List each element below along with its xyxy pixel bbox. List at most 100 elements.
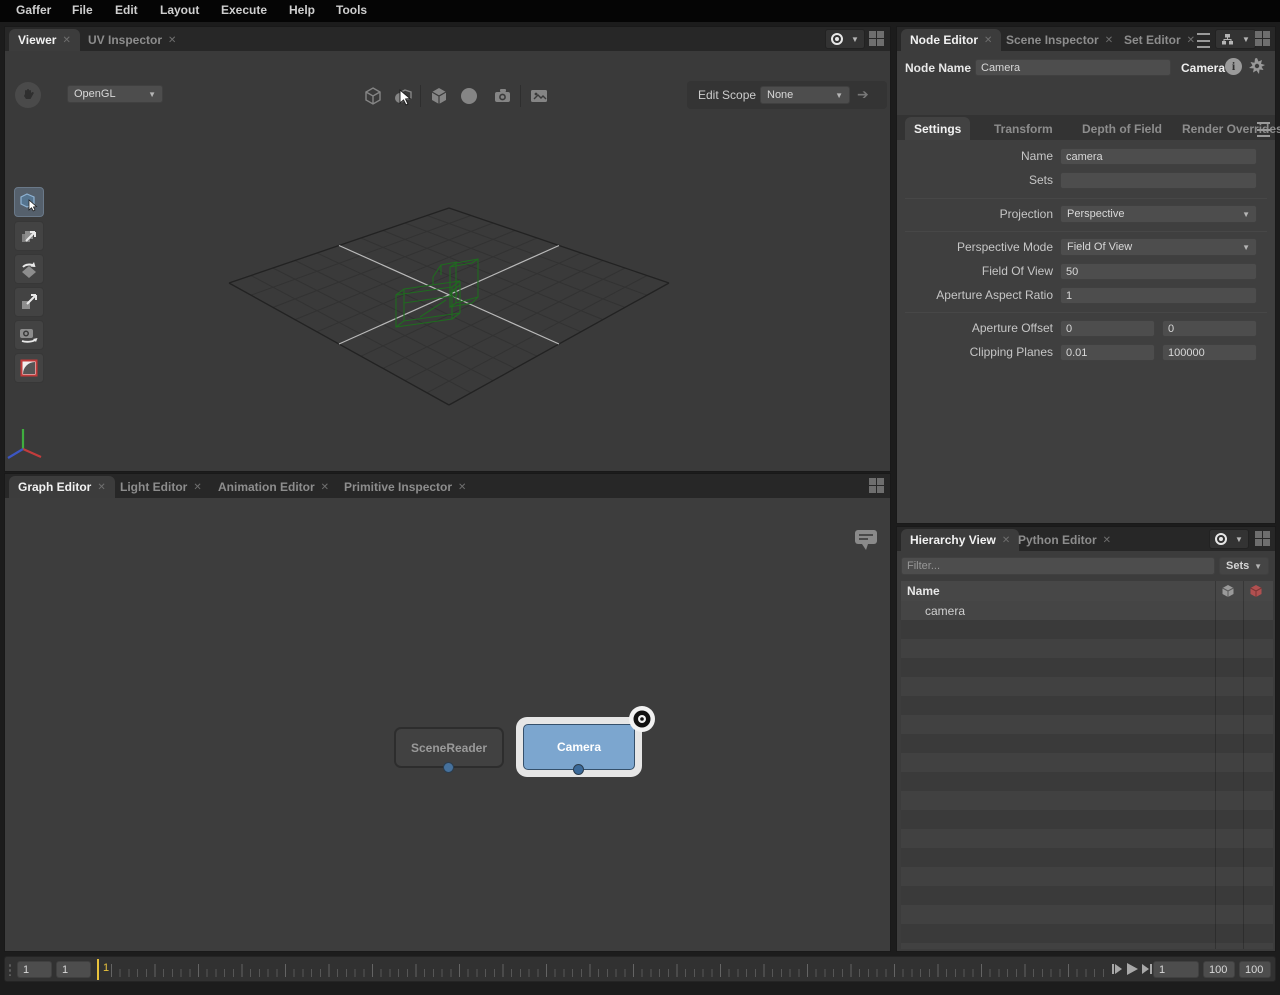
pan-hand-button[interactable] xyxy=(15,82,41,108)
close-icon[interactable]: ✕ xyxy=(984,35,992,46)
clipping-far-input[interactable] xyxy=(1162,344,1257,361)
timeline-grip[interactable] xyxy=(8,963,13,976)
scene-image-button[interactable] xyxy=(526,83,552,109)
layout-menu-icon[interactable] xyxy=(1255,31,1270,46)
tab-transform[interactable]: Transform xyxy=(985,117,1062,140)
editor-focus-menu[interactable]: ▼ xyxy=(1209,529,1249,549)
skip-start-button[interactable] xyxy=(1111,963,1123,975)
table-header[interactable]: Name xyxy=(901,581,1273,602)
chevron-down-icon: ▼ xyxy=(1242,243,1250,252)
close-icon[interactable]: ✕ xyxy=(321,482,329,493)
cube-wireframe-icon xyxy=(363,86,383,106)
node-camera-output-plug[interactable] xyxy=(573,764,584,775)
tab-uv-inspector[interactable]: UV Inspector ✕ xyxy=(79,29,185,51)
annotation-icon[interactable] xyxy=(852,526,880,554)
node-name-input[interactable] xyxy=(975,59,1171,76)
table-row[interactable]: camera xyxy=(901,601,1273,620)
tab-overflow-icon[interactable] xyxy=(1197,33,1210,48)
table-empty-rows[interactable] xyxy=(901,620,1273,949)
range-end-input[interactable] xyxy=(1203,961,1235,978)
tab-node-editor[interactable]: Node Editor ✕ xyxy=(901,29,1001,51)
tab-graph-editor[interactable]: Graph Editor ✕ xyxy=(9,476,115,498)
close-icon[interactable]: ✕ xyxy=(1105,35,1113,46)
axis-gizmo-icon xyxy=(8,429,41,458)
close-icon[interactable]: ✕ xyxy=(193,482,201,493)
aperture-aspect-input[interactable] xyxy=(1060,287,1257,304)
shading-sphere-button[interactable] xyxy=(456,83,482,109)
section-menu-icon[interactable] xyxy=(1257,122,1270,137)
menu-execute[interactable]: Execute xyxy=(221,3,267,17)
sets-filter-button[interactable]: Sets ▼ xyxy=(1219,557,1269,575)
close-icon[interactable]: ✕ xyxy=(458,482,466,493)
aperture-offset-x-input[interactable] xyxy=(1060,320,1155,337)
menu-gaffer[interactable]: Gaffer xyxy=(16,3,51,17)
sets-input[interactable] xyxy=(1060,172,1257,189)
viewer-viewport[interactable]: OpenGL ▼ xyxy=(5,51,890,471)
tab-settings[interactable]: Settings xyxy=(905,117,970,140)
close-icon[interactable]: ✕ xyxy=(1103,535,1111,546)
tab-python-editor[interactable]: Python Editor ✕ xyxy=(1009,529,1120,551)
focus-node-icon[interactable] xyxy=(628,705,656,733)
menu-tools[interactable]: Tools xyxy=(336,3,367,17)
close-icon[interactable]: ✕ xyxy=(62,35,70,46)
play-button[interactable] xyxy=(1125,962,1139,976)
projection-label: Projection xyxy=(901,206,1053,223)
menu-help[interactable]: Help xyxy=(289,3,315,17)
tab-depth-of-field[interactable]: Depth of Field xyxy=(1073,117,1171,140)
close-icon[interactable]: ✕ xyxy=(168,35,176,46)
look-through-camera-button[interactable] xyxy=(491,83,517,109)
layout-menu-icon[interactable] xyxy=(869,478,884,493)
layout-menu-icon[interactable] xyxy=(869,31,884,46)
tab-primitive-inspector[interactable]: Primitive Inspector ✕ xyxy=(335,476,475,498)
tab-light-editor[interactable]: Light Editor ✕ xyxy=(111,476,211,498)
projection-dropdown[interactable]: Perspective ▼ xyxy=(1060,205,1257,223)
playback-end-input[interactable] xyxy=(1239,961,1271,978)
editor-focus-menu[interactable]: ▼ xyxy=(1215,29,1256,49)
menu-file[interactable]: File xyxy=(72,3,93,17)
sphere-icon xyxy=(459,86,479,106)
scale-tool-button[interactable] xyxy=(14,287,44,317)
tab-label: Node Editor xyxy=(910,33,978,47)
node-scenereader-output-plug[interactable] xyxy=(443,762,454,773)
layout-menu-icon[interactable] xyxy=(1255,531,1270,546)
rotate-icon xyxy=(18,258,40,280)
playhead[interactable] xyxy=(97,959,99,980)
frame-increment-input[interactable] xyxy=(17,961,52,978)
menu-layout[interactable]: Layout xyxy=(160,3,199,17)
info-icon[interactable]: i xyxy=(1225,58,1242,75)
tab-animation-editor[interactable]: Animation Editor ✕ xyxy=(209,476,338,498)
close-icon[interactable]: ✕ xyxy=(1187,35,1195,46)
rotate-tool-button[interactable] xyxy=(14,254,44,284)
range-start-input[interactable] xyxy=(1153,961,1199,978)
filter-input[interactable] xyxy=(901,557,1215,575)
gear-icon[interactable] xyxy=(1248,57,1266,75)
scale-icon xyxy=(18,291,40,313)
name-input[interactable] xyxy=(1060,148,1257,165)
tab-scene-inspector[interactable]: Scene Inspector ✕ xyxy=(997,29,1122,51)
tab-hierarchy-view[interactable]: Hierarchy View ✕ xyxy=(901,529,1019,551)
clipping-near-input[interactable] xyxy=(1060,344,1155,361)
translate-tool-button[interactable] xyxy=(14,221,44,251)
graph-canvas[interactable]: SceneReader Camera xyxy=(5,498,890,951)
selection-tool-button[interactable] xyxy=(14,187,44,217)
edit-scope-dropdown[interactable]: None ▼ xyxy=(760,86,850,104)
skip-end-button[interactable] xyxy=(1141,963,1153,975)
current-frame-input[interactable] xyxy=(56,961,91,978)
editor-focus-menu[interactable]: ▼ xyxy=(825,29,865,49)
tab-set-editor[interactable]: Set Editor ✕ xyxy=(1115,29,1204,51)
section-tabbar: Settings Transform Depth of Field Render… xyxy=(897,115,1275,140)
sets-label: Sets xyxy=(901,172,1053,189)
edit-scope-arrow-icon[interactable]: ➔ xyxy=(857,86,869,103)
menu-edit[interactable]: Edit xyxy=(115,3,138,17)
tab-viewer[interactable]: Viewer ✕ xyxy=(9,29,80,51)
aperture-offset-y-input[interactable] xyxy=(1162,320,1257,337)
close-icon[interactable]: ✕ xyxy=(97,482,105,493)
crop-window-tool-button[interactable] xyxy=(14,353,44,383)
drawing-mode-button[interactable] xyxy=(360,83,386,109)
perspective-mode-dropdown[interactable]: Field Of View ▼ xyxy=(1060,238,1257,256)
camera-tool-button[interactable] xyxy=(14,320,44,350)
expansion-button[interactable] xyxy=(426,83,452,109)
fov-input[interactable] xyxy=(1060,263,1257,280)
renderer-dropdown[interactable]: OpenGL ▼ xyxy=(67,85,163,103)
timeline-ticks-major[interactable] xyxy=(111,964,1111,977)
